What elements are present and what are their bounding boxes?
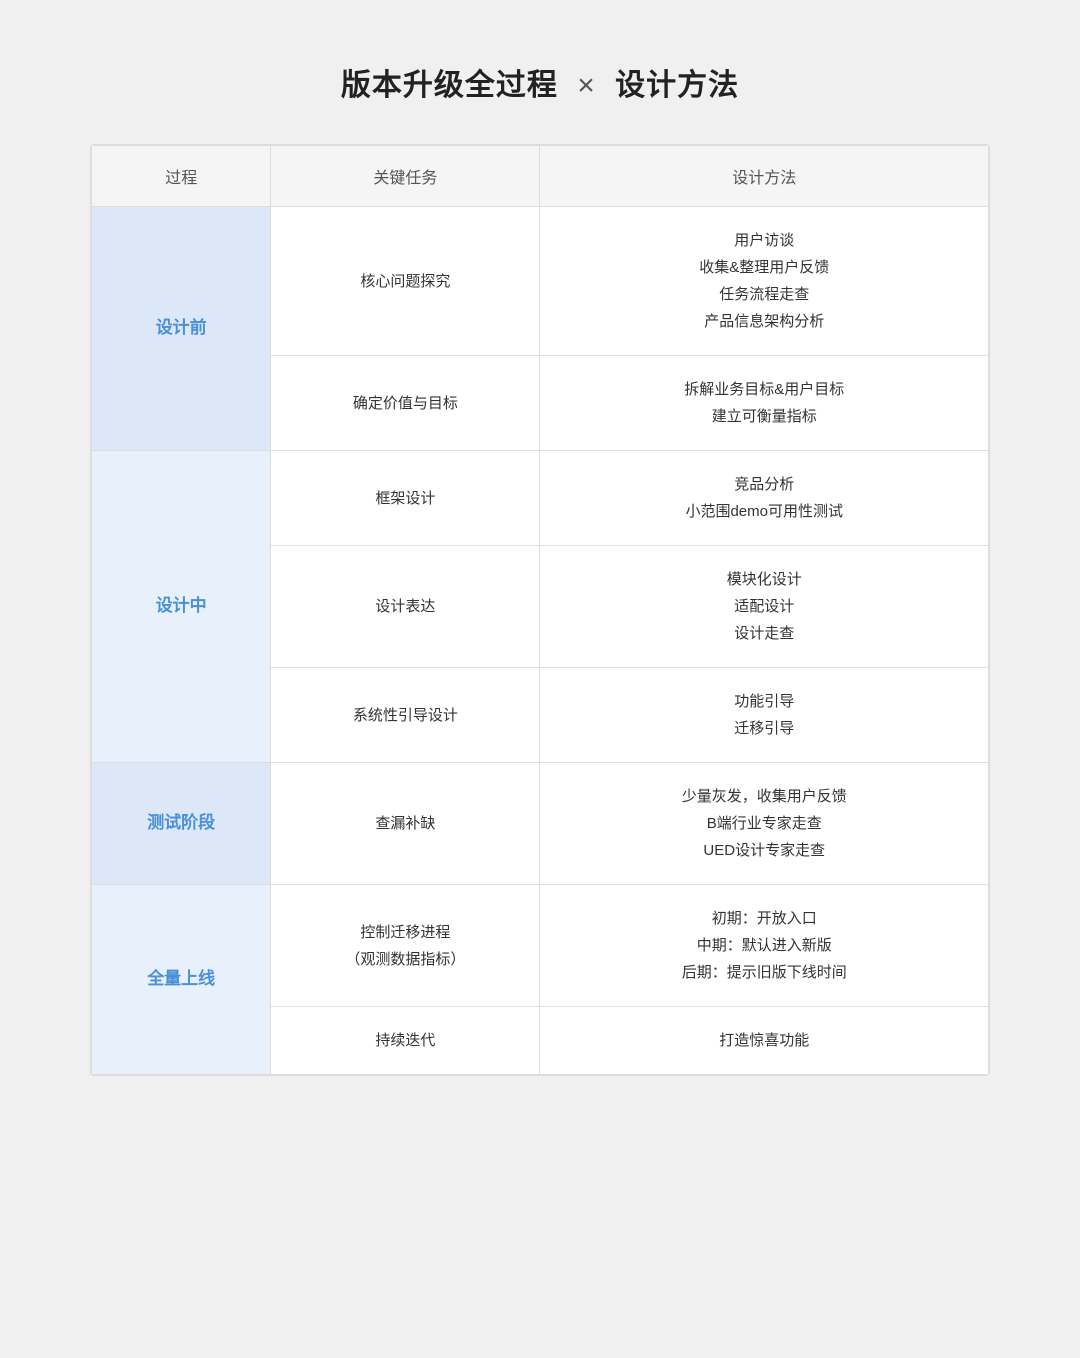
method-cell: 打造惊喜功能	[540, 1007, 989, 1075]
process-cell-pre-design: 设计前	[92, 207, 271, 451]
method-cell: 功能引导迁移引导	[540, 668, 989, 763]
table-header-row: 过程 关键任务 设计方法	[92, 146, 989, 207]
header-process: 过程	[92, 146, 271, 207]
process-cell-in-design: 设计中	[92, 451, 271, 763]
table-row: 全量上线控制迁移进程（观测数据指标）初期：开放入口中期：默认进入新版后期：提示旧…	[92, 885, 989, 1007]
task-cell: 框架设计	[271, 451, 540, 546]
task-cell: 系统性引导设计	[271, 668, 540, 763]
table-row: 测试阶段查漏补缺少量灰发，收集用户反馈B端行业专家走查UED设计专家走查	[92, 763, 989, 885]
method-cell: 竞品分析小范围demo可用性测试	[540, 451, 989, 546]
title-separator: ×	[577, 69, 596, 102]
table-row: 设计前核心问题探究用户访谈收集&整理用户反馈任务流程走查产品信息架构分析	[92, 207, 989, 356]
title-part2: 设计方法	[615, 69, 739, 102]
task-cell: 控制迁移进程（观测数据指标）	[271, 885, 540, 1007]
title-part1: 版本升级全过程	[341, 69, 558, 102]
process-cell-testing: 测试阶段	[92, 763, 271, 885]
table-row: 设计中框架设计竞品分析小范围demo可用性测试	[92, 451, 989, 546]
header-task: 关键任务	[271, 146, 540, 207]
method-cell: 用户访谈收集&整理用户反馈任务流程走查产品信息架构分析	[540, 207, 989, 356]
header-method: 设计方法	[540, 146, 989, 207]
task-cell: 设计表达	[271, 546, 540, 668]
process-cell-full-launch: 全量上线	[92, 885, 271, 1075]
method-cell: 拆解业务目标&用户目标建立可衡量指标	[540, 356, 989, 451]
task-cell: 持续迭代	[271, 1007, 540, 1075]
task-cell: 核心问题探究	[271, 207, 540, 356]
page-title: 版本升级全过程 × 设计方法	[90, 60, 990, 104]
task-cell: 确定价值与目标	[271, 356, 540, 451]
method-cell: 模块化设计适配设计设计走查	[540, 546, 989, 668]
method-cell: 初期：开放入口中期：默认进入新版后期：提示旧版下线时间	[540, 885, 989, 1007]
method-cell: 少量灰发，收集用户反馈B端行业专家走查UED设计专家走查	[540, 763, 989, 885]
table-wrapper: 过程 关键任务 设计方法 设计前核心问题探究用户访谈收集&整理用户反馈任务流程走…	[90, 144, 990, 1076]
page-container: 版本升级全过程 × 设计方法 过程 关键任务 设计方法 设计前核心问题探究用户访…	[90, 60, 990, 1076]
task-cell: 查漏补缺	[271, 763, 540, 885]
main-table: 过程 关键任务 设计方法 设计前核心问题探究用户访谈收集&整理用户反馈任务流程走…	[91, 145, 989, 1075]
